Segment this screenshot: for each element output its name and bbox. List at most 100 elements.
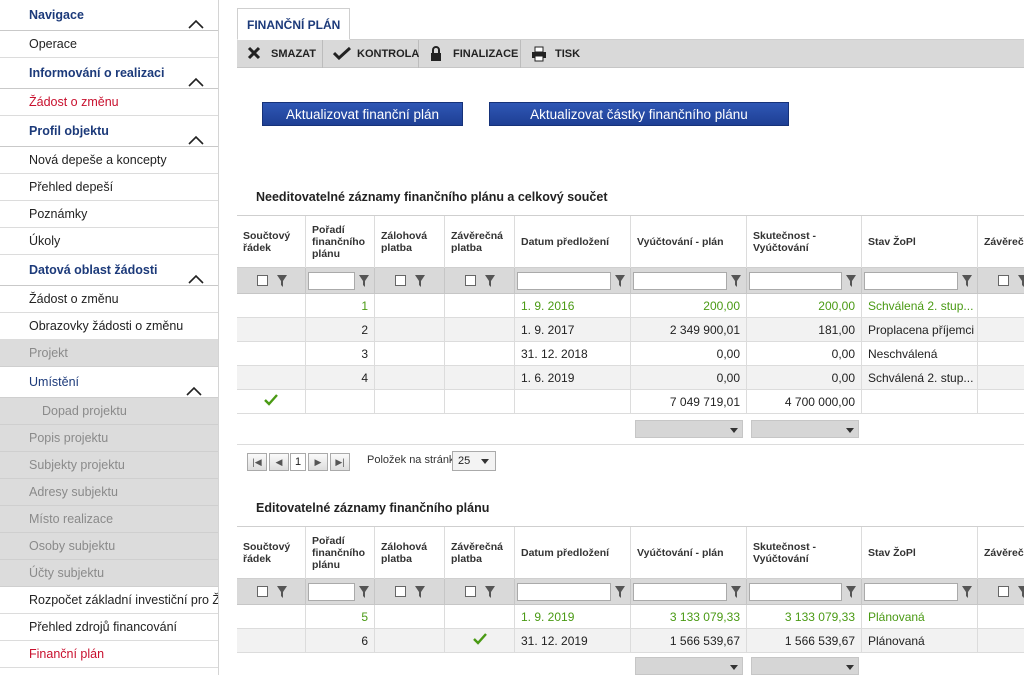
table-row[interactable]: 6 31. 12. 2019 1 566 539,67 1 566 539,67 Plá…: [237, 629, 1024, 653]
filter-input[interactable]: [517, 583, 611, 601]
funnel-icon[interactable]: [415, 586, 425, 601]
column-header-order-column[interactable]: Pořadí finančního plánu: [306, 527, 375, 579]
funnel-icon[interactable]: [731, 275, 741, 290]
column-header-state-column[interactable]: Stav ŽoPl: [862, 216, 978, 268]
sidebar-item[interactable]: Místo realizace: [0, 506, 218, 533]
sidebar-item[interactable]: Projekt: [0, 340, 218, 367]
funnel-icon[interactable]: [962, 586, 972, 601]
sidebar-section-header[interactable]: Umístění: [0, 367, 218, 398]
sidebar-item[interactable]: Účty subjektu: [0, 560, 218, 587]
column-header-billing-plan-column[interactable]: Vyúčtování - plán: [631, 527, 747, 579]
sidebar-section-header[interactable]: Navigace: [0, 0, 218, 31]
chevron-up-icon[interactable]: [186, 377, 202, 397]
column-header-billing-plan-column[interactable]: Vyúčtování - plán: [631, 216, 747, 268]
sidebar-item[interactable]: Žádost o změnu: [0, 286, 218, 313]
prev-page-button[interactable]: ◀: [269, 453, 289, 471]
sidebar-item[interactable]: Nová depeše a koncepty: [0, 147, 218, 174]
column-header-advance-payment-column[interactable]: Zálohová platba: [375, 216, 445, 268]
funnel-icon[interactable]: [415, 275, 425, 290]
next-page-button[interactable]: ▶: [308, 453, 328, 471]
sidebar-item[interactable]: Přehled depeší: [0, 174, 218, 201]
aggregate-select[interactable]: [635, 657, 743, 675]
column-header-submission-date-column[interactable]: Datum předložení: [515, 216, 631, 268]
funnel-icon[interactable]: [962, 275, 972, 290]
funnel-icon[interactable]: [731, 586, 741, 601]
table-row[interactable]: 2 1. 9. 2017 2 349 900,01 181,00 Proplacena …: [237, 318, 1024, 342]
sidebar-item[interactable]: Adresy subjektu: [0, 479, 218, 506]
page-size-select[interactable]: 25: [452, 451, 496, 471]
filter-checkbox[interactable]: [395, 586, 406, 597]
filter-checkbox[interactable]: [257, 275, 268, 286]
column-header-sum-row-column[interactable]: Součtový řádek: [237, 527, 306, 579]
column-header-state-column[interactable]: Stav ŽoPl: [862, 527, 978, 579]
table-row[interactable]: 1 1. 9. 2016 200,00 200,00 Schválená 2. stup…: [237, 294, 1024, 318]
chevron-up-icon[interactable]: [188, 265, 204, 284]
funnel-icon[interactable]: [1018, 586, 1024, 601]
last-page-button[interactable]: ▶|: [330, 453, 350, 471]
sidebar-section-header[interactable]: Informování o realizaci: [0, 58, 218, 89]
filter-checkbox[interactable]: [465, 275, 476, 286]
funnel-icon[interactable]: [359, 275, 369, 290]
funnel-icon[interactable]: [846, 586, 856, 601]
funnel-icon[interactable]: [1018, 275, 1024, 290]
column-header-final-payment-column[interactable]: Závěrečná platba: [445, 216, 515, 268]
sidebar-item[interactable]: Rozpočet základní investiční pro ŽoZ: [0, 587, 218, 614]
funnel-icon[interactable]: [485, 275, 495, 290]
aggregate-select[interactable]: [751, 657, 859, 675]
column-header-actual-billing-column[interactable]: Skutečnost - Vyúčtování: [747, 527, 862, 579]
tab-financni-plan[interactable]: FINANČNÍ PLÁN: [237, 8, 351, 40]
filter-checkbox[interactable]: [257, 586, 268, 597]
filter-input[interactable]: [749, 583, 842, 601]
sidebar-item[interactable]: Osoby subjektu: [0, 533, 218, 560]
sidebar-section-header[interactable]: Profil objektu: [0, 116, 218, 147]
filter-input[interactable]: [633, 583, 727, 601]
column-header-actual-billing-column[interactable]: Skutečnost - Vyúčtování: [747, 216, 862, 268]
table-row[interactable]: 4 1. 6. 2019 0,00 0,00 Schválená 2. stup...: [237, 366, 1024, 390]
table-row[interactable]: 3 31. 12. 2018 0,00 0,00 Neschválená: [237, 342, 1024, 366]
column-header-final-payment-column[interactable]: Závěrečná platba: [445, 527, 515, 579]
column-header-final-column[interactable]: Závěrečn: [978, 216, 1024, 268]
update-plan-amounts-button[interactable]: Aktualizovat částky finančního plánu: [489, 102, 789, 126]
column-header-sum-row-column[interactable]: Součtový řádek: [237, 216, 306, 268]
delete-button[interactable]: SMAZAT: [237, 40, 323, 68]
filter-input[interactable]: [749, 272, 842, 290]
funnel-icon[interactable]: [277, 586, 287, 601]
sidebar-item[interactable]: Operace: [0, 31, 218, 58]
check-button[interactable]: KONTROLA: [323, 40, 419, 68]
first-page-button[interactable]: |◀: [247, 453, 267, 471]
sidebar-section-header[interactable]: Datová oblast žádosti: [0, 255, 218, 286]
filter-checkbox[interactable]: [465, 586, 476, 597]
chevron-up-icon[interactable]: [188, 126, 204, 145]
column-header-submission-date-column[interactable]: Datum předložení: [515, 527, 631, 579]
aggregate-select[interactable]: [635, 420, 743, 438]
column-header-advance-payment-column[interactable]: Zálohová platba: [375, 527, 445, 579]
funnel-icon[interactable]: [615, 586, 625, 601]
filter-input[interactable]: [864, 272, 958, 290]
filter-input[interactable]: [864, 583, 958, 601]
sidebar-item[interactable]: Úkoly: [0, 228, 218, 255]
filter-input[interactable]: [308, 272, 355, 290]
filter-checkbox[interactable]: [998, 275, 1009, 286]
sidebar-item[interactable]: Žádost o změnu: [0, 89, 218, 116]
update-financial-plan-button[interactable]: Aktualizovat finanční plán: [262, 102, 463, 126]
table-row[interactable]: 5 1. 9. 2019 3 133 079,33 3 133 079,33 Pláno…: [237, 605, 1024, 629]
funnel-icon[interactable]: [615, 275, 625, 290]
filter-checkbox[interactable]: [395, 275, 406, 286]
chevron-up-icon[interactable]: [188, 10, 204, 29]
funnel-icon[interactable]: [359, 586, 369, 601]
chevron-up-icon[interactable]: [188, 68, 204, 87]
funnel-icon[interactable]: [485, 586, 495, 601]
funnel-icon[interactable]: [846, 275, 856, 290]
sidebar-item[interactable]: Poznámky: [0, 201, 218, 228]
column-header-order-column[interactable]: Pořadí finančního plánu: [306, 216, 375, 268]
print-button[interactable]: TISK: [521, 40, 581, 68]
filter-checkbox[interactable]: [998, 586, 1009, 597]
aggregate-select[interactable]: [751, 420, 859, 438]
finalize-button[interactable]: FINALIZACE: [419, 40, 521, 68]
filter-input[interactable]: [308, 583, 355, 601]
sidebar-item[interactable]: Finanční plán: [0, 641, 218, 668]
sidebar-item[interactable]: Popis projektu: [0, 425, 218, 452]
sidebar-item[interactable]: Přehled zdrojů financování: [0, 614, 218, 641]
sidebar-item[interactable]: Subjekty projektu: [0, 452, 218, 479]
filter-input[interactable]: [633, 272, 727, 290]
